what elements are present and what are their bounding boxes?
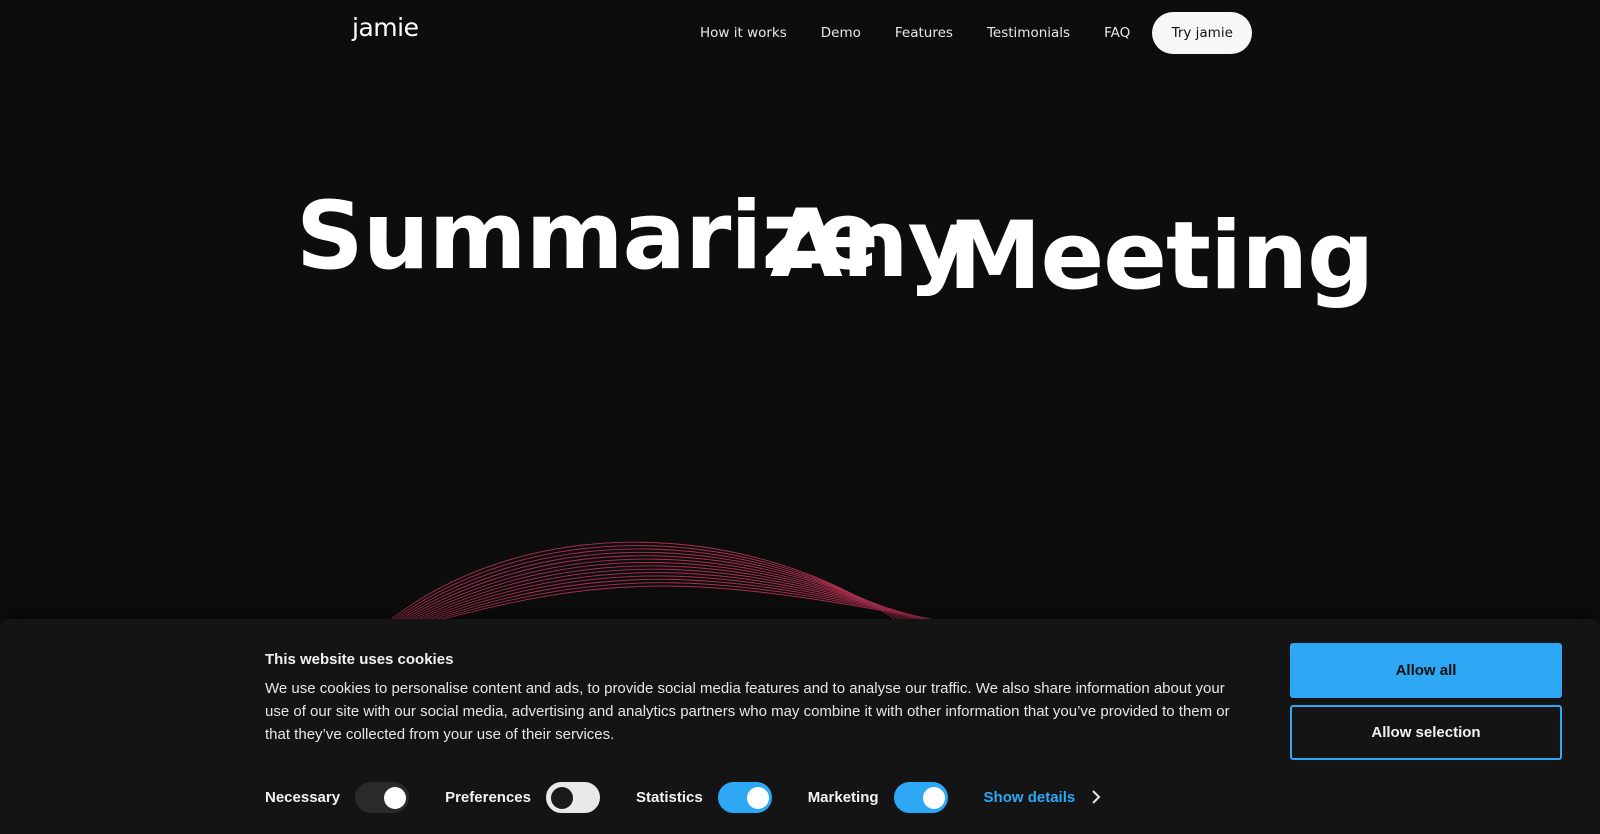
hero-word-meeting: Meeting — [948, 202, 1374, 311]
preferences-label: Preferences — [445, 788, 531, 806]
nav-links: How it works Demo Features Testimonials … — [700, 12, 1253, 54]
toggle-group-statistics: Statistics — [635, 781, 772, 813]
necessary-label: Necessary — [265, 788, 341, 806]
toggle-knob — [550, 786, 573, 809]
allow-selection-button[interactable]: Allow selection — [1290, 705, 1562, 760]
nav-link-faq[interactable]: FAQ — [1104, 25, 1130, 41]
toggle-group-preferences: Preferences — [445, 781, 600, 813]
page: jamie How it works Demo Features Testimo… — [0, 0, 1600, 834]
toggle-knob — [922, 786, 945, 809]
show-details-link[interactable]: Show details — [984, 789, 1102, 806]
toggle-group-marketing: Marketing — [807, 781, 948, 813]
logo[interactable]: jamie — [352, 13, 419, 42]
marketing-toggle[interactable] — [893, 781, 948, 813]
show-details-label: Show details — [983, 788, 1076, 806]
hero-word-any: Any — [770, 190, 969, 299]
try-jamie-button[interactable]: Try jamie — [1152, 12, 1253, 54]
toggle-knob — [384, 786, 407, 809]
toggle-knob — [746, 786, 769, 809]
wave-line — [381, 548, 923, 630]
toggle-group-necessary: Necessary — [265, 781, 410, 813]
chevron-right-icon — [1092, 790, 1101, 804]
allow-all-button[interactable]: Allow all — [1290, 643, 1562, 698]
statistics-label: Statistics — [635, 788, 703, 806]
marketing-label: Marketing — [807, 788, 879, 806]
nav-link-features[interactable]: Features — [895, 25, 953, 41]
preferences-toggle[interactable] — [545, 781, 600, 813]
necessary-toggle[interactable] — [355, 781, 410, 813]
cookie-banner: This website uses cookies We use cookies… — [0, 619, 1600, 834]
top-nav: jamie How it works Demo Features Testimo… — [0, 0, 1600, 66]
nav-link-how-it-works[interactable]: How it works — [700, 25, 787, 41]
consent-toggles: Necessary Preferences Statistics Marketi… — [265, 781, 1101, 813]
nav-link-testimonials[interactable]: Testimonials — [987, 25, 1070, 41]
statistics-toggle[interactable] — [717, 781, 772, 813]
cookie-description: We use cookies to personalise content an… — [265, 680, 1230, 743]
cookie-title: This website uses cookies — [265, 651, 454, 668]
nav-link-demo[interactable]: Demo — [821, 25, 861, 41]
wave-graphic — [377, 541, 989, 630]
